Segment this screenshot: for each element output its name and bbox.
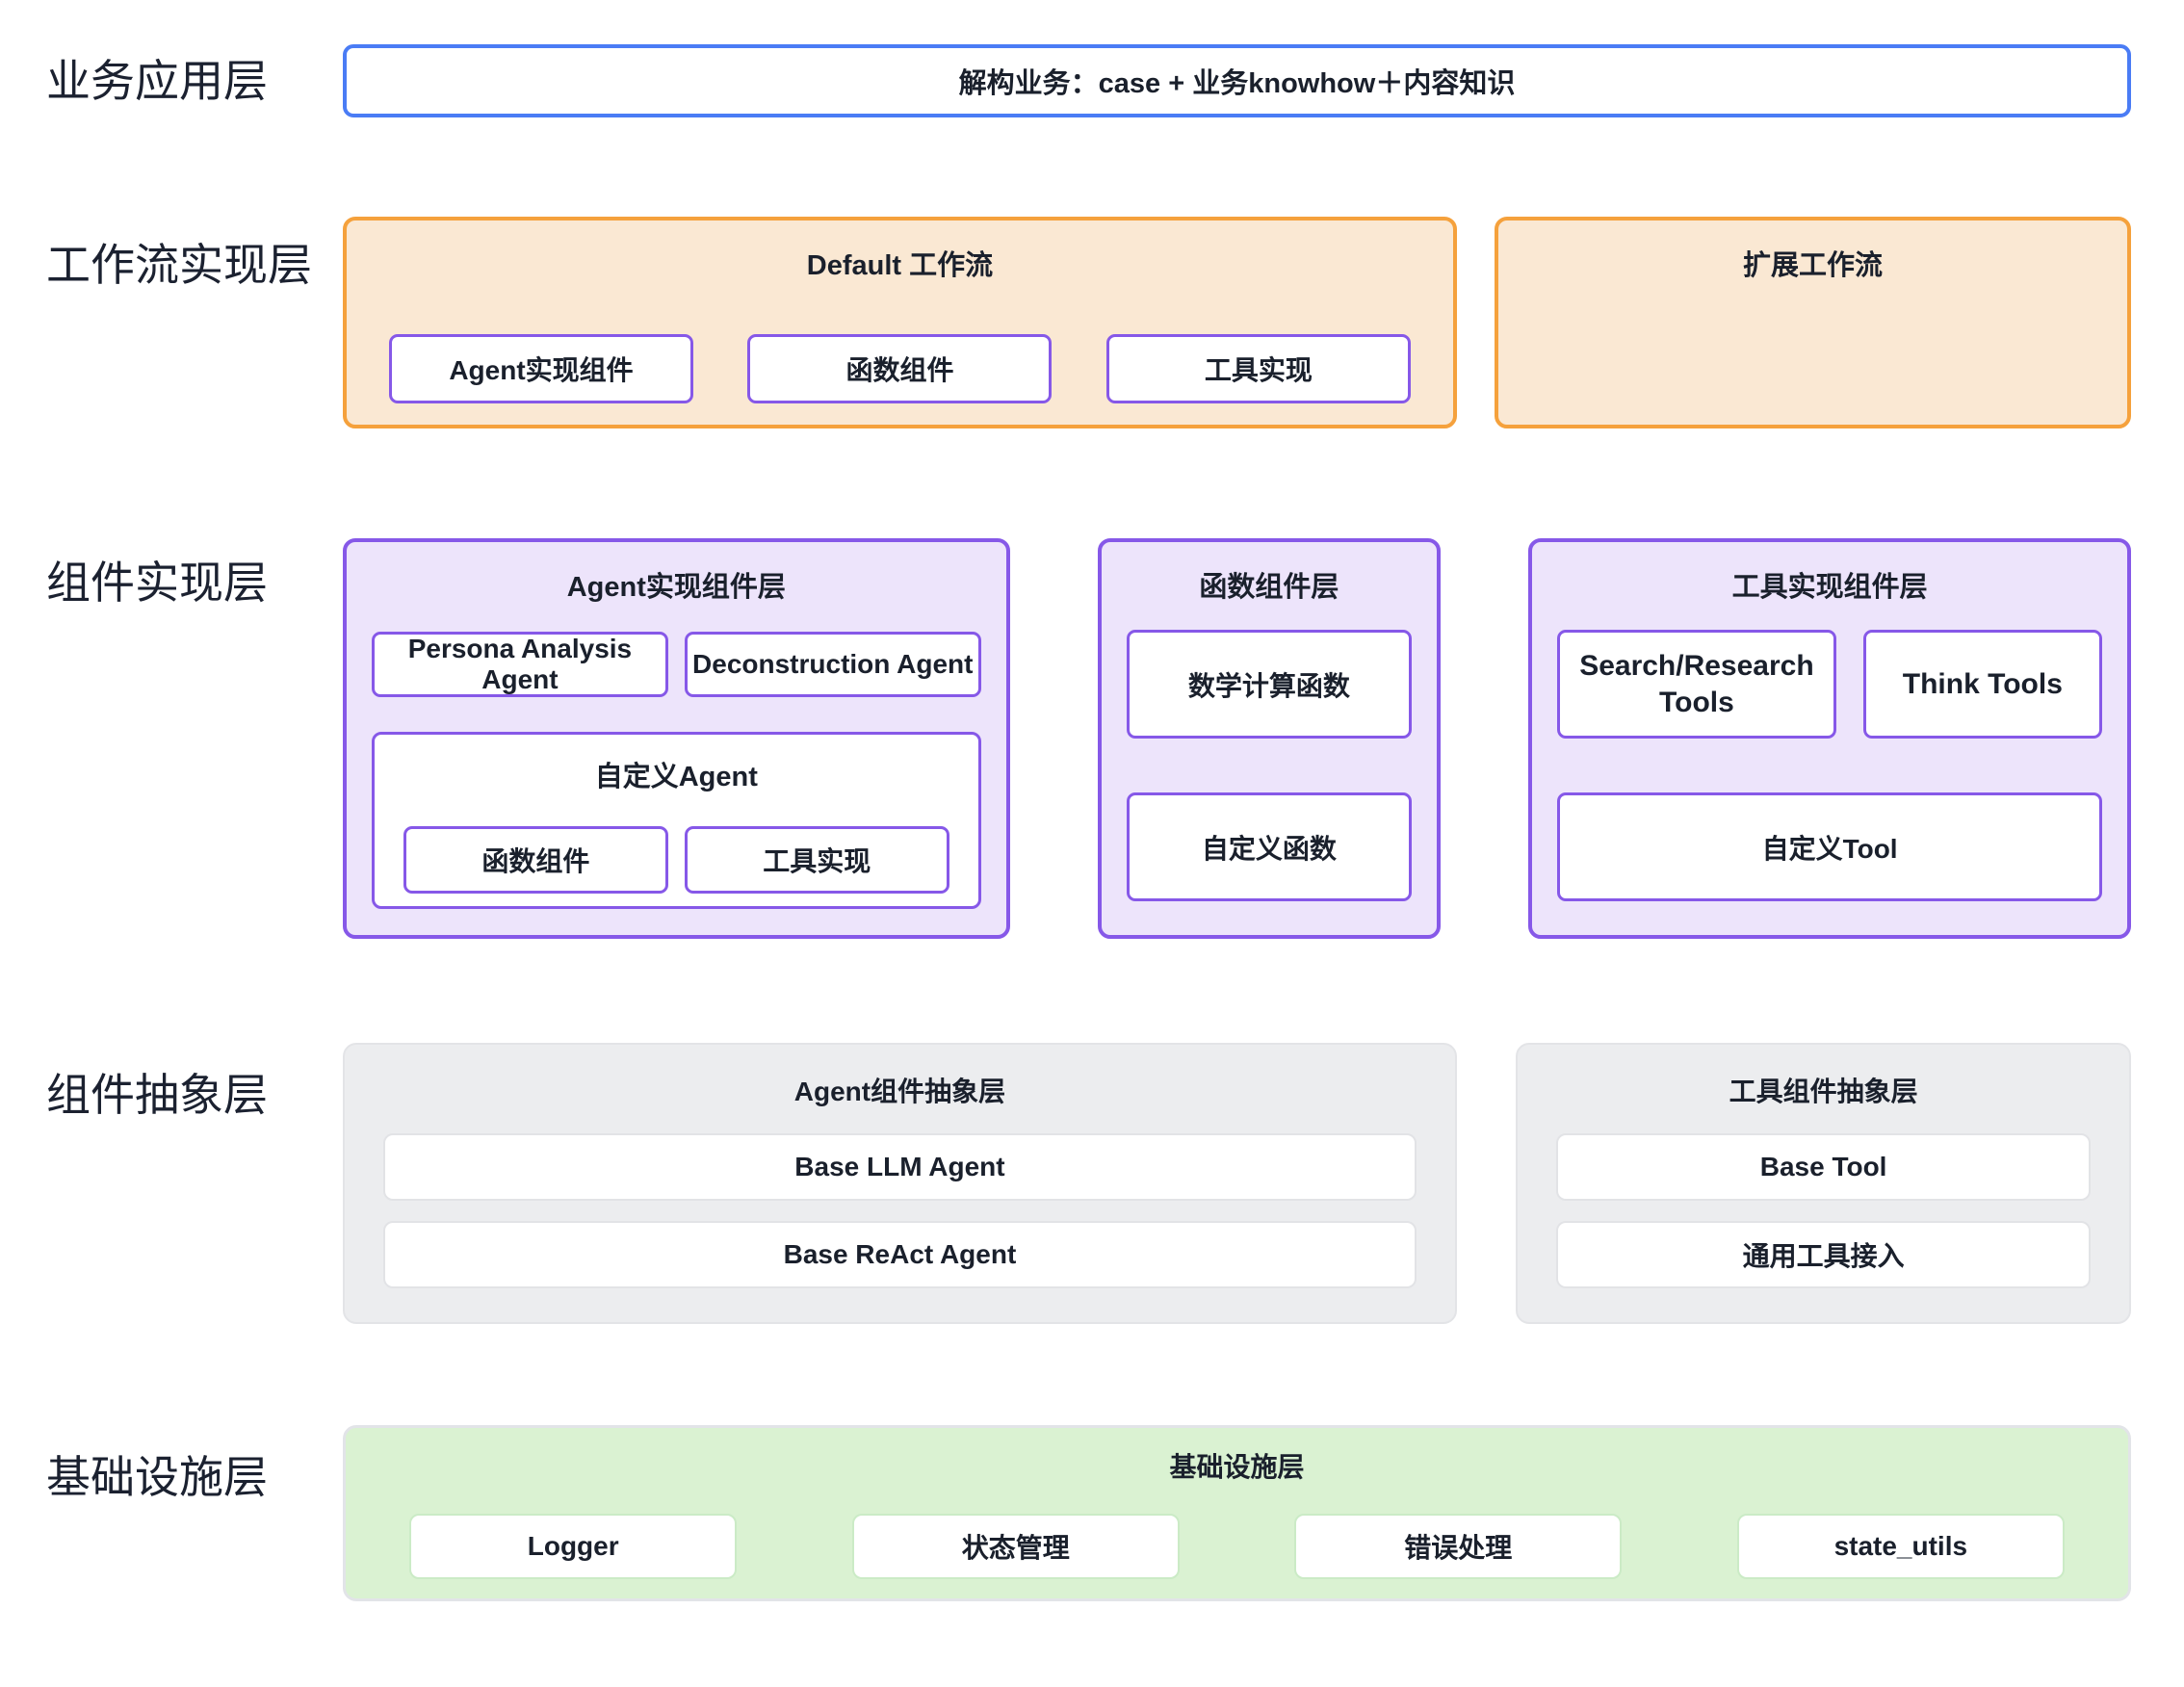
component-layer-row: 组件实现层 Agent实现组件层 Persona Analysis Agent … — [0, 538, 2184, 939]
custom-agent-title: 自定义Agent — [403, 735, 949, 794]
tool-impl-box: 工具实现 — [1106, 334, 1411, 403]
tool-abstraction-panel: 工具组件抽象层 Base Tool 通用工具接入 — [1516, 1043, 2131, 1324]
extended-workflow-panel: 扩展工作流 — [1495, 217, 2131, 428]
infrastructure-layer-row: 基础设施层 基础设施层 Logger 状态管理 错误处理 state_utils — [0, 1425, 2184, 1601]
component-layer-content: Agent实现组件层 Persona Analysis Agent Decons… — [343, 538, 2131, 939]
tool-components-title: 工具实现组件层 — [1557, 542, 2102, 605]
abstraction-layer-content: Agent组件抽象层 Base LLM Agent Base ReAct Age… — [343, 1043, 2131, 1324]
persona-analysis-agent-box: Persona Analysis Agent — [372, 632, 668, 697]
agent-impl-component-box: Agent实现组件 — [389, 334, 693, 403]
custom-agent-items: 函数组件 工具实现 — [403, 826, 949, 894]
function-component-box: 函数组件 — [747, 334, 1052, 403]
logger-box: Logger — [409, 1514, 737, 1579]
infrastructure-items: Logger 状态管理 错误处理 state_utils — [409, 1514, 2065, 1579]
business-layer-row: 业务应用层 解构业务：case + 业务knowhow＋内容知识 — [0, 44, 2184, 117]
infrastructure-title: 基础设施层 — [409, 1428, 2065, 1485]
math-function-box: 数学计算函数 — [1127, 630, 1413, 739]
tool-abstraction-title: 工具组件抽象层 — [1556, 1045, 2091, 1109]
custom-agent-box: 自定义Agent 函数组件 工具实现 — [372, 732, 981, 909]
layer-label-components: 组件实现层 — [0, 538, 343, 609]
function-components-title: 函数组件层 — [1127, 542, 1413, 605]
business-box: 解构业务：case + 业务knowhow＋内容知识 — [343, 44, 2131, 117]
tool-components-panel: 工具实现组件层 Search/Research Tools Think Tool… — [1528, 538, 2131, 939]
infrastructure-layer-content: 基础设施层 Logger 状态管理 错误处理 state_utils — [343, 1425, 2131, 1601]
layer-label-business: 业务应用层 — [0, 56, 343, 107]
custom-agent-tool-box: 工具实现 — [685, 826, 949, 894]
custom-agent-function-box: 函数组件 — [403, 826, 668, 894]
default-workflow-title: Default 工作流 — [389, 221, 1411, 283]
architecture-diagram: 业务应用层 解构业务：case + 业务knowhow＋内容知识 工作流实现层 … — [0, 44, 2184, 1687]
agent-components-panel: Agent实现组件层 Persona Analysis Agent Decons… — [343, 538, 1010, 939]
layer-label-infrastructure: 基础设施层 — [0, 1425, 343, 1503]
layer-label-abstraction: 组件抽象层 — [0, 1043, 343, 1121]
think-tools-box: Think Tools — [1863, 630, 2102, 739]
tool-components-items: Search/Research Tools Think Tools — [1557, 630, 2102, 739]
custom-tool-box: 自定义Tool — [1557, 792, 2102, 901]
abstraction-layer-row: 组件抽象层 Agent组件抽象层 Base LLM Agent Base ReA… — [0, 1043, 2184, 1324]
business-box-text: 解构业务：case + 业务knowhow＋内容知识 — [959, 61, 1516, 101]
layer-label-workflow: 工作流实现层 — [0, 217, 343, 291]
base-tool-box: Base Tool — [1556, 1133, 2091, 1201]
agent-abstraction-title: Agent组件抽象层 — [383, 1045, 1417, 1109]
agent-components-title: Agent实现组件层 — [372, 542, 981, 605]
workflow-layer-row: 工作流实现层 Default 工作流 Agent实现组件 函数组件 工具实现 扩… — [0, 217, 2184, 428]
workflow-layer-content: Default 工作流 Agent实现组件 函数组件 工具实现 扩展工作流 — [343, 217, 2131, 428]
function-components-panel: 函数组件层 数学计算函数 自定义函数 — [1098, 538, 1442, 939]
error-handling-box: 错误处理 — [1294, 1514, 1622, 1579]
agent-components-items: Persona Analysis Agent Deconstruction Ag… — [372, 632, 981, 697]
base-llm-agent-box: Base LLM Agent — [383, 1133, 1417, 1201]
default-workflow-items: Agent实现组件 函数组件 工具实现 — [389, 334, 1411, 403]
custom-function-box: 自定义函数 — [1127, 792, 1413, 901]
infrastructure-panel: 基础设施层 Logger 状态管理 错误处理 state_utils — [343, 1425, 2131, 1601]
base-react-agent-box: Base ReAct Agent — [383, 1221, 1417, 1288]
generic-tool-access-box: 通用工具接入 — [1556, 1221, 2091, 1288]
extended-workflow-title: 扩展工作流 — [1541, 221, 2085, 283]
agent-abstraction-panel: Agent组件抽象层 Base LLM Agent Base ReAct Age… — [343, 1043, 1457, 1324]
deconstruction-agent-box: Deconstruction Agent — [685, 632, 981, 697]
default-workflow-panel: Default 工作流 Agent实现组件 函数组件 工具实现 — [343, 217, 1457, 428]
state-management-box: 状态管理 — [852, 1514, 1180, 1579]
state-utils-box: state_utils — [1737, 1514, 2065, 1579]
business-layer-content: 解构业务：case + 业务knowhow＋内容知识 — [343, 44, 2131, 117]
search-research-tools-box: Search/Research Tools — [1557, 630, 1836, 739]
